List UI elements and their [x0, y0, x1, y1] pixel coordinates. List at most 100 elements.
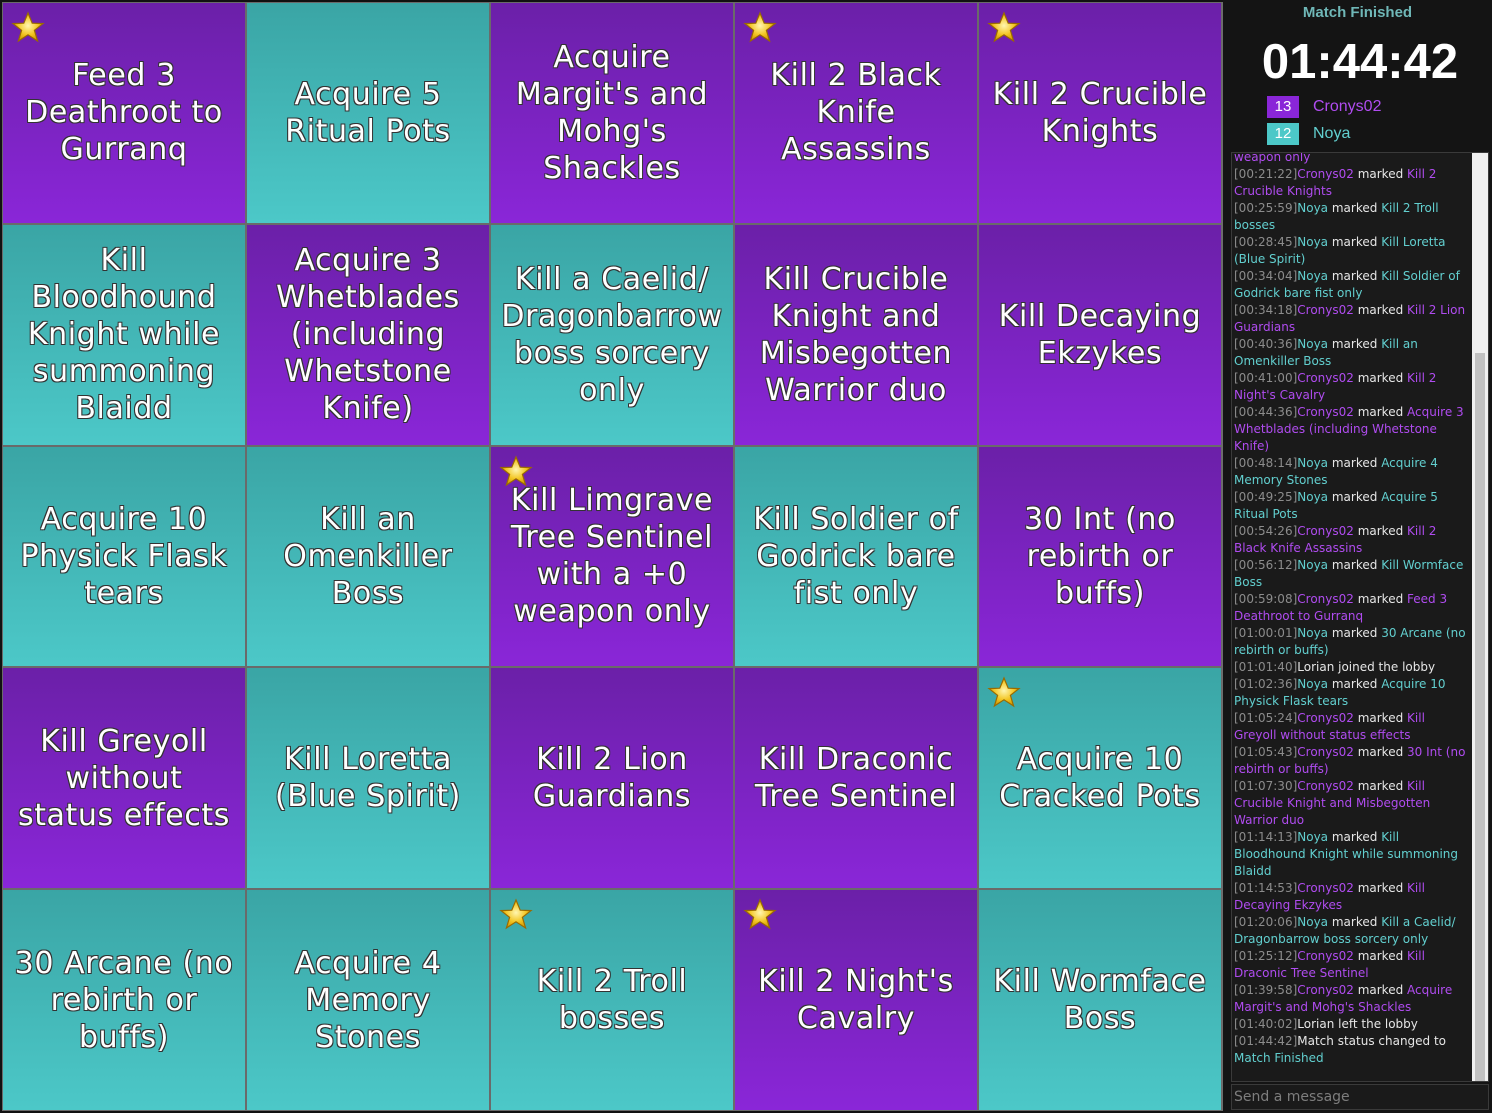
chat-goal: Match Finished [1234, 1051, 1324, 1065]
bingo-cell-goal: Kill 2 Night's Cavalry [758, 964, 954, 1037]
chat-action: marked [1328, 269, 1382, 283]
bingo-cell[interactable]: Kill 2 Night's Cavalry [734, 889, 978, 1111]
bingo-cell[interactable]: Acquire 4 Memory Stones [246, 889, 490, 1111]
bingo-cell[interactable]: Kill 2 Troll bosses [490, 889, 734, 1111]
player-name: Noya [1313, 125, 1351, 142]
star-icon [11, 11, 45, 45]
chat-timestamp: [01:07:30] [1234, 779, 1298, 793]
chat-message: [01:07:30]Cronys02 marked Kill Crucible … [1234, 778, 1470, 829]
bingo-cell[interactable]: Kill a Caelid/ Dragonbarrow boss sorcery… [490, 223, 734, 446]
bingo-cell[interactable]: Kill Loretta (Blue Spirit) [246, 667, 490, 890]
bingo-cell[interactable]: Acquire 10 Cracked Pots [978, 667, 1222, 890]
star-icon [499, 455, 533, 489]
chat-timestamp: [01:01:40] [1234, 660, 1298, 674]
player-score: 13 [1267, 96, 1299, 118]
bingo-cell[interactable]: 30 Arcane (no rebirth or buffs) [2, 889, 246, 1111]
bingo-cell-goal: Kill 2 Black Knife Assassins [770, 58, 942, 168]
chat-timestamp: [00:49:25] [1234, 490, 1298, 504]
chat-message: [01:20:06]Noya marked Kill a Caelid/ Dra… [1234, 914, 1470, 948]
bingo-cell[interactable]: 30 Int (no rebirth or buffs) [978, 445, 1222, 668]
bingo-cell[interactable]: Kill 2 Black Knife Assassins [734, 2, 978, 224]
chat-timestamp: [01:40:02] [1234, 1017, 1298, 1031]
chat-timestamp: [00:21:22] [1234, 167, 1298, 181]
chat-scrollbar-thumb[interactable] [1475, 353, 1485, 1081]
bingo-cell[interactable]: Kill Wormface Boss [978, 889, 1222, 1111]
chat-user: Cronys02 [1297, 949, 1354, 963]
chat-timestamp: [01:20:06] [1234, 915, 1298, 929]
bingo-cell[interactable]: Kill Greyoll without status effects [2, 667, 246, 890]
bingo-cell-goal: Kill a Caelid/ Dragonbarrow boss sorcery… [501, 261, 723, 408]
bingo-cell[interactable]: Kill Soldier of Godrick bare fist only [734, 445, 978, 668]
player-score: 12 [1267, 123, 1299, 145]
chat-action: marked [1353, 949, 1408, 963]
chat-message: [00:40:36]Noya marked Kill an Omenkiller… [1234, 336, 1470, 370]
chat-message: [01:14:53]Cronys02 marked Kill Decaying … [1234, 880, 1470, 914]
chat-user: Cronys02 [1297, 779, 1354, 793]
chat-action: marked [1328, 337, 1382, 351]
chat-message: [01:40:02]Lorian left the lobby [1234, 1016, 1470, 1033]
sidebar: Match Finished 01:44:42 13 Cronys02 12 N… [1223, 0, 1492, 1113]
chat-action: marked [1328, 558, 1382, 572]
chat-timestamp: [01:39:58] [1234, 983, 1298, 997]
player-row: 13 Cronys02 [1267, 96, 1381, 118]
chat-timestamp: [00:48:14] [1234, 456, 1298, 470]
message-input[interactable] [1231, 1084, 1489, 1110]
bingo-cell-goal: 30 Arcane (no rebirth or buffs) [14, 945, 234, 1055]
chat-action: joined the lobby [1334, 660, 1436, 674]
chat-message: [00:59:08]Cronys02 marked Feed 3 Deathro… [1234, 591, 1470, 625]
bingo-cell[interactable]: Acquire 10 Physick Flask tears [2, 445, 246, 668]
chat-message: [01:05:24]Cronys02 marked Kill Greyoll w… [1234, 710, 1470, 744]
bingo-cell[interactable]: Kill Limgrave Tree Sentinel with a +0 we… [490, 445, 734, 668]
chat-action: marked [1353, 745, 1408, 759]
player-row: 12 Noya [1267, 123, 1350, 145]
bingo-cell[interactable]: Kill 2 Lion Guardians [490, 667, 734, 890]
bingo-cell[interactable]: Acquire 5 Ritual Pots [246, 2, 490, 224]
match-timer: 01:44:42 [1261, 35, 1459, 89]
chat-action: marked [1353, 405, 1408, 419]
chat-user: Cronys02 [1297, 592, 1354, 606]
star-icon [499, 898, 533, 932]
chat-user: Noya [1297, 490, 1329, 504]
chat-action: marked [1353, 167, 1408, 181]
chat-message: [00:48:14]Noya marked Acquire 4 Memory S… [1234, 455, 1470, 489]
chat-user: Noya [1297, 235, 1329, 249]
bingo-cell-goal: Kill Loretta (Blue Spirit) [275, 742, 461, 815]
bingo-cell[interactable]: Kill Decaying Ekzykes [978, 223, 1222, 446]
bingo-cell[interactable]: Kill Bloodhound Knight while summoning B… [2, 223, 246, 446]
chat-message: [00:44:36]Cronys02 marked Acquire 3 Whet… [1234, 404, 1470, 455]
chat-message: [00:25:59]Noya marked Kill 2 Troll bosse… [1234, 200, 1470, 234]
chat-user: Cronys02 [1297, 303, 1354, 317]
chat-action: marked [1328, 490, 1382, 504]
chat-scrollbar[interactable] [1472, 153, 1488, 1081]
chat-timestamp: [00:54:26] [1234, 524, 1298, 538]
chat-message: [00:41:00]Cronys02 marked Kill 2 Night's… [1234, 370, 1470, 404]
bingo-cell[interactable]: Acquire Margit's and Mohg's Shackles [490, 2, 734, 224]
bingo-cell[interactable]: Kill 2 Crucible Knights [978, 2, 1222, 224]
bingo-cell-goal: Kill Greyoll without status effects [17, 723, 231, 833]
chat-action: marked [1353, 303, 1408, 317]
chat-timestamp: [01:14:13] [1234, 830, 1298, 844]
bingo-cell-goal: Acquire 3 Whetblades (including Whetston… [276, 243, 460, 427]
chat-message: [01:05:43]Cronys02 marked 30 Int (no reb… [1234, 744, 1470, 778]
star-icon [987, 676, 1021, 710]
bingo-cell[interactable]: Acquire 3 Whetblades (including Whetston… [246, 223, 490, 446]
bingo-cell[interactable]: Kill Crucible Knight and Misbegotten War… [734, 223, 978, 446]
bingo-cell-goal: 30 Int (no rebirth or buffs) [1024, 501, 1176, 611]
chat-message: [00:56:12]Noya marked Kill Wormface Boss [1234, 557, 1470, 591]
chat-message: [01:01:40]Lorian joined the lobby [1234, 659, 1470, 676]
chat-log-panel[interactable]: Cracked Pots[00:09:15]Cronys02 marked Ki… [1231, 152, 1489, 1082]
chat-timestamp: [00:25:59] [1234, 201, 1298, 215]
bingo-cell[interactable]: Kill Draconic Tree Sentinel [734, 667, 978, 890]
chat-timestamp: [00:59:08] [1234, 592, 1298, 606]
bingo-cell-goal: Acquire 10 Physick Flask tears [20, 501, 228, 611]
chat-timestamp: [01:25:12] [1234, 949, 1298, 963]
chat-timestamp: [00:41:00] [1234, 371, 1298, 385]
chat-message: [00:34:04]Noya marked Kill Soldier of Go… [1234, 268, 1470, 302]
bingo-cell-goal: Kill Draconic Tree Sentinel [754, 742, 958, 815]
bingo-cell[interactable]: Kill an Omenkiller Boss [246, 445, 490, 668]
chat-message: [00:28:45]Noya marked Kill Loretta (Blue… [1234, 234, 1470, 268]
bingo-cell[interactable]: Feed 3 Deathroot to Gurranq [2, 2, 246, 224]
chat-user: Lorian [1297, 660, 1335, 674]
chat-action: left the lobby [1334, 1017, 1418, 1031]
chat-message: [00:21:22]Cronys02 marked Kill 2 Crucibl… [1234, 166, 1470, 200]
